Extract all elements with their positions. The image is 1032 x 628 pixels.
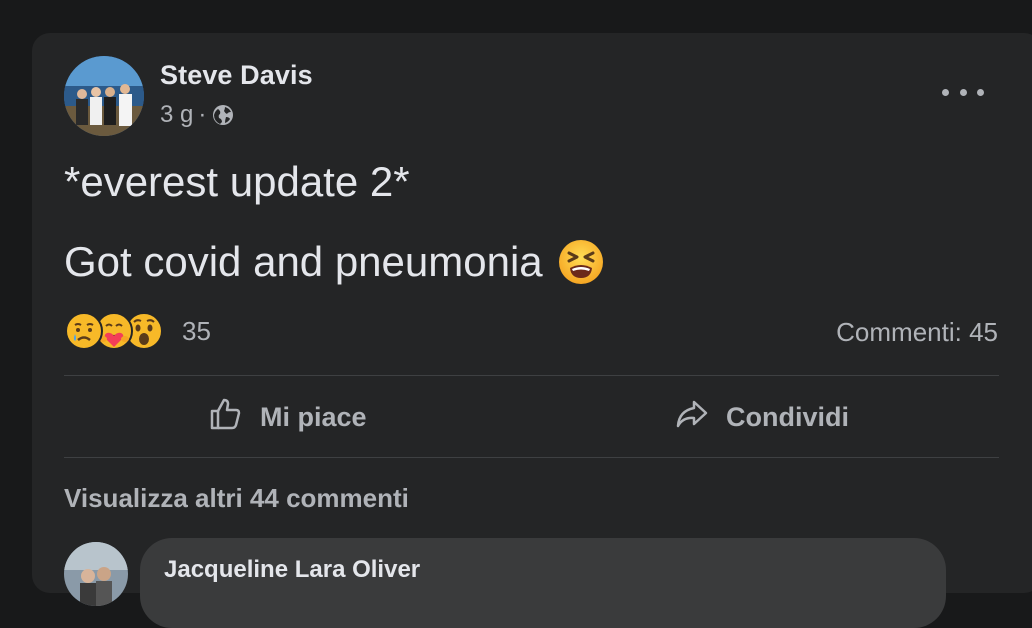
thumbs-up-icon xyxy=(208,396,260,439)
more-dots-icon xyxy=(942,88,949,96)
author-avatar[interactable] xyxy=(64,56,144,136)
reactions-summary[interactable]: 35 xyxy=(64,311,211,351)
post-text-content: Got covid and pneumonia xyxy=(64,238,543,285)
post-text-line-2: Got covid and pneumonia xyxy=(64,238,605,286)
more-dots-icon xyxy=(959,88,967,96)
view-more-comments-link[interactable]: Visualizza altri 44 commenti xyxy=(64,483,409,514)
reaction-count: 35 xyxy=(182,315,211,346)
sad-reaction-icon xyxy=(64,311,104,351)
post-meta: 3 g · xyxy=(160,101,235,129)
globe-icon xyxy=(211,103,235,127)
tired-face-emoji-icon xyxy=(557,238,605,286)
commenter-avatar[interactable] xyxy=(64,542,128,606)
share-label: Condividi xyxy=(726,401,849,432)
like-label: Mi piace xyxy=(260,401,367,432)
share-button[interactable]: Condividi xyxy=(674,395,849,439)
post-timestamp[interactable]: 3 g xyxy=(160,101,193,129)
like-button[interactable]: Mi piace xyxy=(208,395,367,439)
author-name[interactable]: Steve Davis xyxy=(160,60,313,91)
meta-separator: · xyxy=(198,101,207,128)
more-options-button[interactable] xyxy=(942,78,984,106)
post-text-line-1: *everest update 2* xyxy=(64,158,410,205)
more-dots-icon xyxy=(977,88,984,96)
post-card: Steve Davis 3 g · *everest update 2* Got… xyxy=(32,33,1032,628)
comments-count[interactable]: Commenti: 45 xyxy=(836,317,998,348)
divider xyxy=(64,457,999,458)
comment-author-name[interactable]: Jacqueline Lara Oliver xyxy=(164,556,420,584)
share-arrow-icon xyxy=(674,396,726,439)
comment-bubble: Jacqueline Lara Oliver xyxy=(140,538,946,628)
divider xyxy=(64,375,999,376)
